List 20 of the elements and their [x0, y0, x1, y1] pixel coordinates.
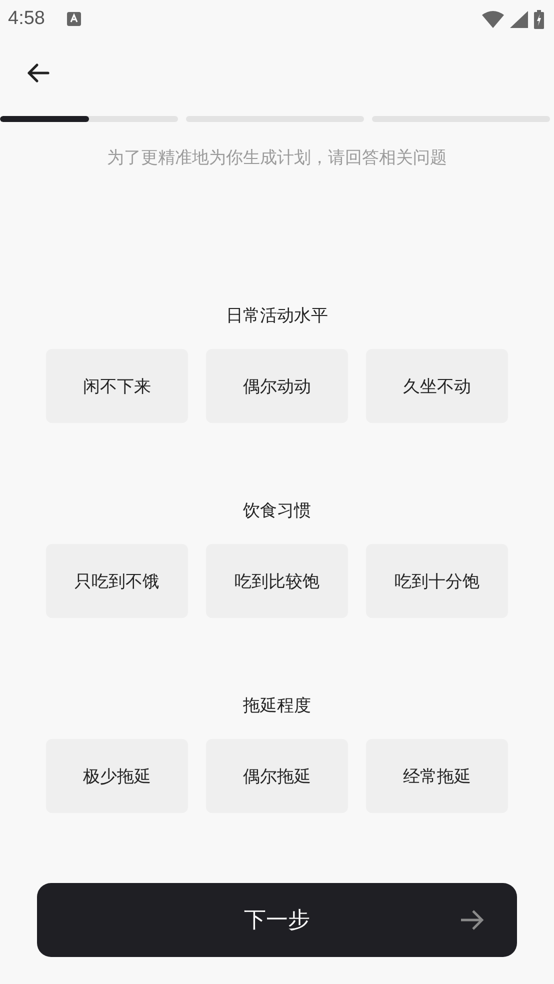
arrow-right-icon	[459, 909, 485, 931]
status-time: 4:58	[8, 8, 45, 30]
wifi-icon	[482, 10, 504, 28]
question-title: 日常活动水平	[226, 305, 328, 327]
subtitle: 为了更精准地为你生成计划，请回答相关问题	[106, 147, 448, 169]
option-button[interactable]: 久坐不动	[366, 349, 508, 423]
option-button[interactable]: 闲不下来	[46, 349, 188, 423]
keyboard-notification-icon	[66, 12, 81, 26]
option-button[interactable]: 偶尔拖延	[206, 739, 348, 813]
option-button[interactable]: 极少拖延	[46, 739, 188, 813]
next-button[interactable]: 下一步	[37, 883, 517, 957]
option-button[interactable]: 经常拖延	[366, 739, 508, 813]
option-button[interactable]: 吃到十分饱	[366, 544, 508, 618]
question-title: 拖延程度	[243, 695, 311, 717]
option-button[interactable]: 只吃到不饿	[46, 544, 188, 618]
option-button[interactable]: 偶尔动动	[206, 349, 348, 423]
battery-icon	[534, 10, 544, 28]
option-button[interactable]: 吃到比较饱	[206, 544, 348, 618]
question-title: 饮食习惯	[243, 500, 311, 522]
signal-icon	[510, 10, 528, 28]
